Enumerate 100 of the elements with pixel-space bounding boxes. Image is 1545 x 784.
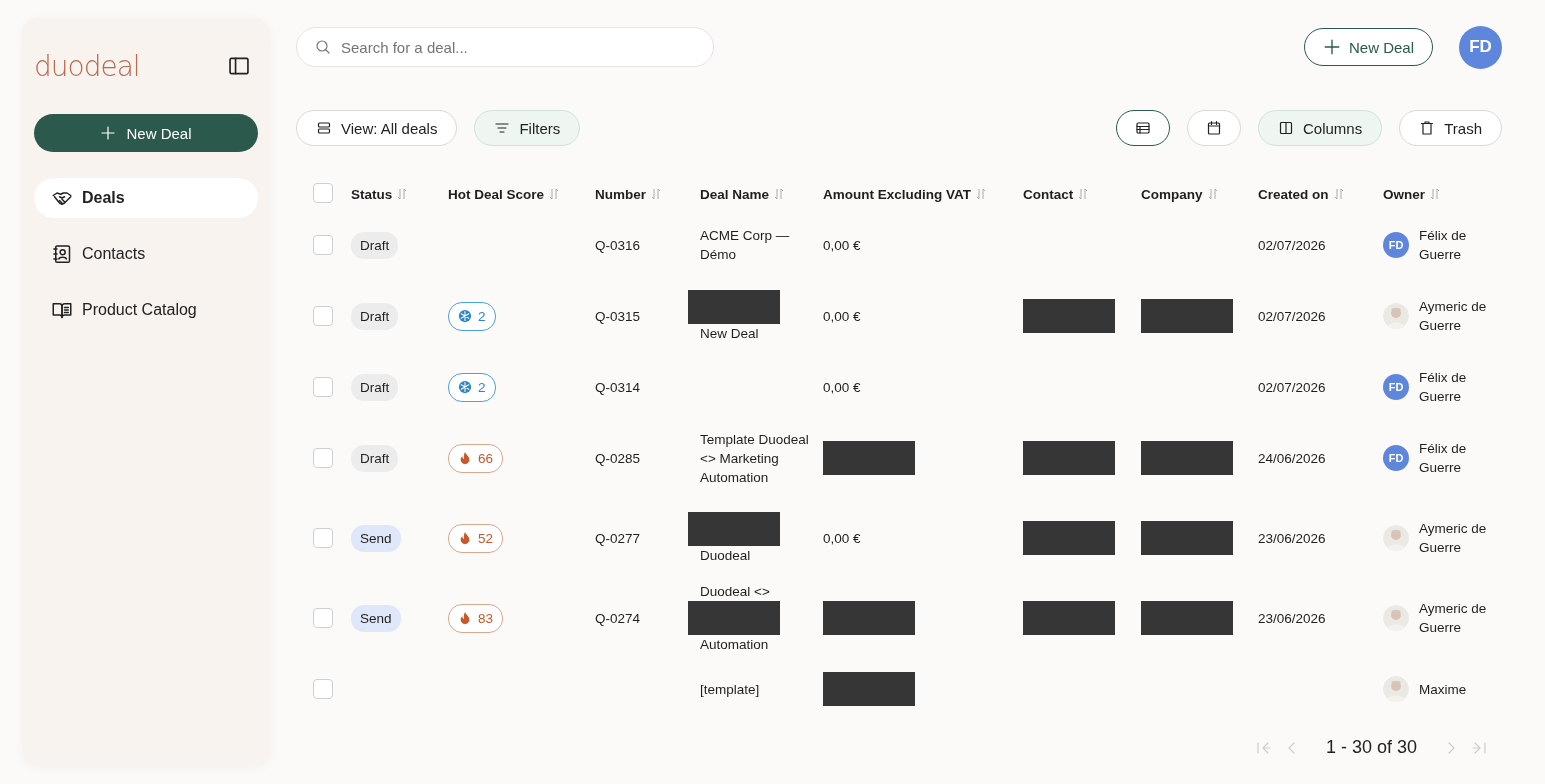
score-badge: 2 — [448, 372, 496, 402]
status-badge: Send — [351, 524, 401, 552]
score-badge: 2 — [448, 301, 496, 331]
deal-number: Q-0277 — [595, 529, 642, 548]
sort-icon — [549, 188, 560, 200]
search-icon — [315, 39, 331, 55]
sort-icon — [1430, 188, 1440, 200]
snowflake-icon — [458, 380, 472, 394]
column-header[interactable]: Hot Deal Score — [448, 174, 595, 214]
deal-name: New Deal — [700, 324, 760, 343]
contact-book-icon — [52, 244, 72, 264]
sidebar-item[interactable]: Product Catalog — [34, 290, 258, 330]
owner-avatar: FD — [1383, 445, 1409, 471]
snowflake-icon — [458, 309, 472, 323]
view-button[interactable]: View: All deals — [296, 110, 458, 146]
amount: 0,00 € — [823, 236, 862, 255]
sort-icon — [651, 188, 661, 200]
columns-button[interactable]: Columns — [1258, 110, 1383, 146]
row-checkbox[interactable] — [313, 528, 333, 548]
rows-icon — [316, 120, 332, 136]
sort-icon — [1207, 188, 1218, 200]
row-checkbox[interactable] — [313, 679, 333, 699]
row-checkbox[interactable] — [313, 377, 333, 397]
column-header[interactable]: Contact — [1023, 174, 1141, 214]
owner-name: Félix de Guerre — [1419, 440, 1468, 477]
user-avatar[interactable]: FD — [1459, 25, 1502, 69]
column-header[interactable]: Number — [595, 174, 700, 214]
deal-name: Template Duodeal <> Marketing Automation — [700, 430, 810, 487]
status-badge: Draft — [351, 302, 399, 330]
flame-icon — [458, 531, 472, 545]
row-checkbox[interactable] — [313, 235, 333, 255]
owner-avatar: FD — [1383, 232, 1409, 258]
new-deal-button[interactable]: New Deal — [34, 114, 258, 152]
score-badge: 52 — [448, 523, 504, 553]
created-date: 02/07/2026 — [1258, 236, 1327, 255]
columns-icon — [1278, 120, 1294, 136]
table-icon — [1135, 120, 1151, 136]
plus-icon — [100, 125, 117, 141]
created-date: 23/06/2026 — [1258, 529, 1327, 548]
open-book-icon — [52, 300, 72, 320]
row-checkbox[interactable] — [313, 608, 333, 628]
deal-number: Q-0285 — [595, 449, 642, 468]
owner-name: Aymeric de Guerre — [1419, 600, 1488, 637]
owner-name: Félix de Guerre — [1419, 369, 1468, 406]
trash-icon — [1419, 120, 1436, 136]
status-badge: Draft — [351, 444, 399, 472]
created-date: 24/06/2026 — [1258, 449, 1327, 468]
logo: duodeal — [34, 49, 140, 83]
sort-icon — [976, 188, 986, 200]
owner-name: Aymeric de Guerre — [1419, 298, 1488, 335]
flame-icon — [458, 451, 472, 465]
page-range: 1 - 30 of 30 — [1325, 737, 1417, 758]
column-header[interactable]: Deal Name — [700, 174, 823, 214]
status-badge: Draft — [351, 231, 399, 259]
sort-icon — [397, 188, 408, 200]
trash-button[interactable]: Trash — [1399, 110, 1502, 146]
deal-number: Q-0314 — [595, 378, 642, 397]
score-badge: 66 — [448, 443, 504, 473]
deal-name: [template] — [700, 680, 761, 699]
score-badge: 83 — [448, 603, 504, 633]
search-field[interactable]: Search for a deal... — [296, 27, 714, 67]
deal-name: Duodeal <> — [700, 583, 771, 601]
row-checkbox[interactable] — [313, 306, 333, 326]
amount: 0,00 € — [823, 529, 862, 548]
plus-icon — [1322, 38, 1341, 56]
amount: 0,00 € — [823, 378, 862, 397]
amount: 0,00 € — [823, 307, 862, 326]
calendar-icon — [1206, 120, 1222, 136]
select-all-checkbox[interactable] — [313, 182, 333, 203]
owner-name: Maxime — [1419, 680, 1468, 699]
status-badge: Draft — [351, 373, 399, 401]
sidebar-item[interactable]: Deals — [34, 178, 258, 218]
owner-name: Aymeric de Guerre — [1419, 520, 1488, 557]
filters-button[interactable]: Filters — [474, 110, 581, 146]
created-date: 23/06/2026 — [1258, 609, 1327, 628]
column-header[interactable]: Status — [351, 174, 448, 214]
deal-name: Duodeal — [700, 546, 752, 565]
created-date: 02/07/2026 — [1258, 307, 1327, 326]
search-input[interactable]: Search for a deal... — [339, 37, 695, 57]
deal-number: Q-0315 — [595, 307, 642, 326]
flame-icon — [458, 611, 472, 625]
filter-icon — [494, 120, 511, 136]
sidebar-item[interactable]: Contacts — [34, 234, 258, 274]
created-date: 02/07/2026 — [1258, 378, 1327, 397]
column-header[interactable]: Company — [1141, 174, 1258, 214]
column-header[interactable]: Owner — [1383, 174, 1493, 214]
deal-number: Q-0316 — [595, 236, 642, 255]
new-deal-button[interactable]: New Deal — [1303, 28, 1433, 66]
owner-avatar: FD — [1383, 374, 1409, 400]
column-header[interactable]: Created on — [1258, 174, 1383, 214]
deal-name: ACME Corp — Démo — [700, 227, 791, 264]
view-toggle[interactable] — [1116, 110, 1170, 146]
sort-icon — [1078, 188, 1089, 200]
sort-icon — [774, 188, 785, 200]
deal-number: Q-0274 — [595, 609, 642, 628]
column-header[interactable]: Amount Excluding VAT — [823, 174, 1023, 214]
deal-name: Automation — [700, 636, 770, 654]
owner-name: Félix de Guerre — [1419, 227, 1468, 264]
row-checkbox[interactable] — [313, 448, 333, 468]
status-badge: Send — [351, 604, 401, 632]
